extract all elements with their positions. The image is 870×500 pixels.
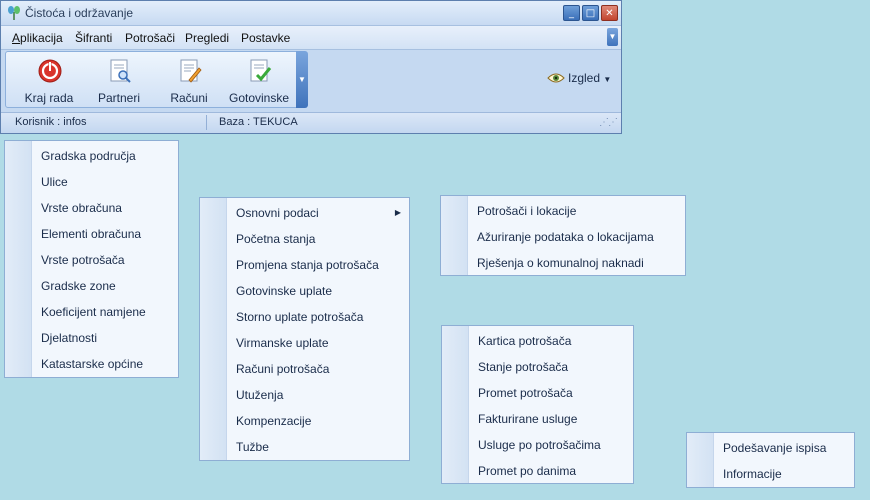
menu-item-rjesenja-komunalna[interactable]: Rješenja o komunalnoj naknadi bbox=[441, 250, 685, 276]
menu-postavke-dropdown: Podešavanje ispisa Informacije bbox=[686, 432, 855, 488]
minimize-button[interactable]: _ bbox=[563, 5, 580, 21]
main-window: Čistoća i održavanje _ □ ✕ Aplikacija Ši… bbox=[0, 0, 622, 134]
menu-item-azuriranje-podataka[interactable]: Ažuriranje podataka o lokacijama bbox=[441, 224, 685, 250]
menu-pregledi-dropdown: Kartica potrošača Stanje potrošača Prome… bbox=[441, 325, 634, 484]
document-check-icon bbox=[250, 59, 272, 82]
izgled-dropdown-arrow-icon: ▼ bbox=[603, 75, 612, 84]
menu-item-podesavanje-ispisa[interactable]: Podešavanje ispisa bbox=[687, 435, 854, 461]
menu-item-utuzenja[interactable]: Utuženja bbox=[200, 382, 409, 408]
menu-item-storno-uplate[interactable]: Storno uplate potrošača bbox=[200, 304, 409, 330]
menu-item-kartica-potrosaca[interactable]: Kartica potrošača bbox=[442, 328, 633, 354]
menu-potrosaci-dropdown: Osnovni podaci ▶ Početna stanja Promjena… bbox=[199, 197, 410, 461]
maximize-button[interactable]: □ bbox=[582, 5, 599, 21]
menu-item-kompenzacije[interactable]: Kompenzacije bbox=[200, 408, 409, 434]
kraj-rada-label: Kraj rada bbox=[24, 91, 74, 105]
menu-postavke[interactable]: Postavke bbox=[241, 31, 290, 45]
menu-bar: Aplikacija Šifranti Potrošači Pregledi P… bbox=[1, 26, 621, 50]
menu-item-promet-po-danima[interactable]: Promet po danima bbox=[442, 458, 633, 484]
menu-item-gradska-podrucja[interactable]: Gradska područja bbox=[5, 143, 178, 169]
eye-icon bbox=[547, 73, 565, 83]
menu-item-katastarske-opcine[interactable]: Katastarske općine bbox=[5, 351, 178, 377]
menu-item-usluge-po-potrosacima[interactable]: Usluge po potrošačima bbox=[442, 432, 633, 458]
document-search-icon bbox=[110, 59, 131, 83]
racuni-button[interactable]: Računi bbox=[156, 56, 222, 106]
menu-aplikacija[interactable]: Aplikacija bbox=[12, 31, 63, 45]
menu-item-informacije[interactable]: Informacije bbox=[687, 461, 854, 487]
gotovinske-button[interactable]: Gotovinske bbox=[226, 56, 292, 106]
menu-item-elementi-obracuna[interactable]: Elementi obračuna bbox=[5, 221, 178, 247]
partneri-label: Partneri bbox=[97, 91, 141, 105]
menu-item-potrosaci-i-lokacije[interactable]: Potrošači i lokacije bbox=[441, 198, 685, 224]
resize-grip-icon[interactable]: ⋰⋰ bbox=[599, 117, 618, 128]
kraj-rada-button[interactable]: Kraj rada bbox=[16, 56, 82, 106]
submenu-osnovni-podaci: Potrošači i lokacije Ažuriranje podataka… bbox=[440, 195, 686, 276]
menu-item-promjena-stanja[interactable]: Promjena stanja potrošača bbox=[200, 252, 409, 278]
gotovinske-label: Gotovinske bbox=[228, 91, 290, 105]
menu-pregledi[interactable]: Pregledi bbox=[185, 31, 229, 45]
menu-item-osnovni-podaci[interactable]: Osnovni podaci ▶ bbox=[200, 200, 409, 226]
title-bar[interactable]: Čistoća i održavanje _ □ ✕ bbox=[1, 1, 621, 26]
menu-item-fakturirane-usluge[interactable]: Fakturirane usluge bbox=[442, 406, 633, 432]
menu-sifranti[interactable]: Šifranti bbox=[75, 31, 112, 45]
close-button[interactable]: ✕ bbox=[601, 5, 618, 21]
document-edit-icon bbox=[180, 59, 202, 83]
menu-potrosaci[interactable]: Potrošači bbox=[125, 31, 175, 45]
menu-item-djelatnosti[interactable]: Djelatnosti bbox=[5, 325, 178, 351]
menu-item-pocetna-stanja[interactable]: Početna stanja bbox=[200, 226, 409, 252]
app-leaf-icon bbox=[8, 6, 20, 20]
ribbon-overflow-chevron-icon[interactable]: ▼ bbox=[296, 51, 308, 108]
status-database: Baza : TEKUCA bbox=[219, 116, 298, 128]
status-user: Korisnik : infos bbox=[15, 116, 87, 128]
menu-item-vrste-potrosaca[interactable]: Vrste potrošača bbox=[5, 247, 178, 273]
menu-item-stanje-potrosaca[interactable]: Stanje potrošača bbox=[442, 354, 633, 380]
menu-item-koeficijent-namjene[interactable]: Koeficijent namjene bbox=[5, 299, 178, 325]
menu-item-tuzbe[interactable]: Tužbe bbox=[200, 434, 409, 460]
menu-item-gradske-zone[interactable]: Gradske zone bbox=[5, 273, 178, 299]
menu-item-promet-potrosaca[interactable]: Promet potrošača bbox=[442, 380, 633, 406]
menu-item-vrste-obracuna[interactable]: Vrste obračuna bbox=[5, 195, 178, 221]
status-bar: Korisnik : infos Baza : TEKUCA ⋰⋰ bbox=[1, 112, 621, 133]
submenu-arrow-icon: ▶ bbox=[394, 208, 401, 217]
izgled-label: Izgled bbox=[568, 71, 601, 85]
menu-item-racuni-potrosaca[interactable]: Računi potrošača bbox=[200, 356, 409, 382]
status-separator bbox=[206, 115, 207, 130]
window-title: Čistoća i održavanje bbox=[25, 6, 134, 20]
menu-item-virmanske-uplate[interactable]: Virmanske uplate bbox=[200, 330, 409, 356]
menu-overflow-chevron-icon[interactable]: ▼ bbox=[607, 28, 618, 46]
menu-sifranti-dropdown: Gradska područja Ulice Vrste obračuna El… bbox=[4, 140, 179, 378]
racuni-label: Računi bbox=[170, 91, 208, 105]
menu-item-gotovinske-uplate[interactable]: Gotovinske uplate bbox=[200, 278, 409, 304]
menu-item-osnovni-podaci-label: Osnovni podaci bbox=[236, 206, 319, 220]
menu-item-ulice[interactable]: Ulice bbox=[5, 169, 178, 195]
ribbon-toolbar: Kraj rada Partneri Računi Gotovinske bbox=[5, 51, 307, 108]
partneri-button[interactable]: Partneri bbox=[86, 56, 152, 106]
power-icon bbox=[38, 59, 62, 83]
